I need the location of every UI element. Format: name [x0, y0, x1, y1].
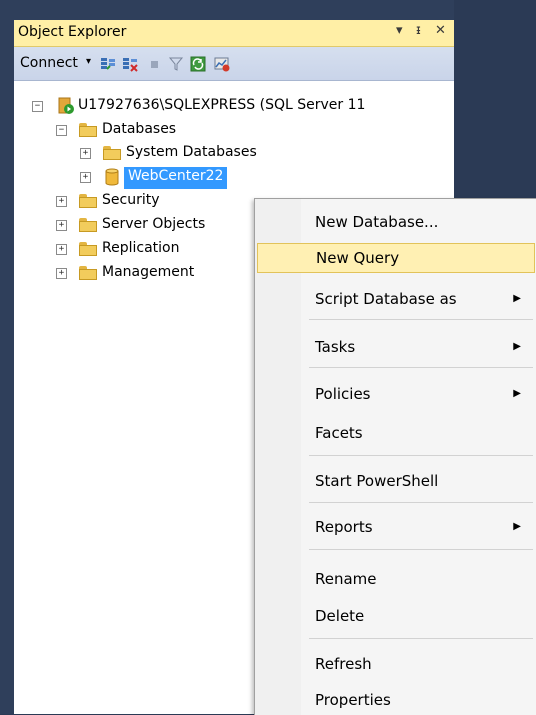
- pin-icon[interactable]: ᵻ: [416, 23, 421, 38]
- expand-icon[interactable]: +: [56, 196, 67, 207]
- submenu-arrow-icon: ▶: [513, 388, 521, 399]
- folder-icon: [79, 242, 97, 256]
- server-name: U17927636\SQLEXPRESS (SQL Server 11: [78, 97, 366, 113]
- menu-item-new-database[interactable]: New Database...: [301, 207, 536, 237]
- menu-separator: [309, 319, 533, 320]
- menu-item-label: Facets: [315, 424, 363, 442]
- panel-title: Object Explorer: [18, 24, 127, 40]
- menu-separator: [309, 638, 533, 639]
- tree-label-management: Management: [102, 264, 195, 280]
- close-icon[interactable]: ✕: [435, 23, 446, 38]
- tree-label-selected-database: WebCenter22: [124, 167, 228, 189]
- tree-node-selected-database[interactable]: + WebCenter22: [14, 167, 454, 189]
- menu-item-new-query[interactable]: New Query: [257, 243, 535, 273]
- menu-item-refresh[interactable]: Refresh: [301, 649, 536, 679]
- menu-item-label: Rename: [315, 570, 377, 588]
- submenu-arrow-icon: ▶: [513, 521, 521, 532]
- context-menu: New Database... New Query Script Databas…: [254, 198, 536, 715]
- submenu-arrow-icon: ▶: [513, 293, 521, 304]
- filter-icon[interactable]: [168, 56, 184, 72]
- menu-item-policies[interactable]: Policies ▶: [301, 379, 536, 409]
- menu-item-label: Properties: [315, 691, 391, 709]
- menu-item-reports[interactable]: Reports ▶: [301, 512, 536, 542]
- stop-icon[interactable]: [146, 56, 162, 72]
- menu-item-delete[interactable]: Delete: [301, 601, 536, 631]
- menu-item-label: Script Database as: [315, 290, 457, 308]
- tree-label-replication: Replication: [102, 240, 180, 256]
- expand-icon[interactable]: +: [56, 268, 67, 279]
- menu-item-start-powershell[interactable]: Start PowerShell: [301, 466, 536, 496]
- collapse-icon[interactable]: −: [56, 125, 67, 136]
- expand-icon[interactable]: +: [80, 148, 91, 159]
- menu-item-label: Delete: [315, 607, 365, 625]
- connect-button[interactable]: Connect: [20, 55, 78, 71]
- menu-item-tasks[interactable]: Tasks ▶: [301, 332, 536, 362]
- menu-item-rename[interactable]: Rename: [301, 564, 536, 594]
- menu-item-properties[interactable]: Properties: [301, 685, 536, 715]
- panel-title-bar: Object Explorer ▾ ᵻ ✕: [14, 20, 454, 47]
- tree-label-security: Security: [102, 192, 160, 208]
- activity-monitor-icon[interactable]: [214, 56, 230, 72]
- menu-item-label: Tasks: [315, 338, 356, 356]
- menu-item-label: Start PowerShell: [315, 472, 439, 490]
- connect-dropdown-icon[interactable]: ▾: [86, 56, 91, 67]
- menu-item-label: New Database...: [315, 213, 439, 231]
- connect-object-explorer-icon[interactable]: [100, 56, 116, 72]
- refresh-icon[interactable]: [190, 56, 206, 72]
- tree-node-server[interactable]: − U17927636\SQLEXPRESS (SQL Server 11: [14, 96, 454, 118]
- menu-separator: [309, 549, 533, 550]
- tree-label-system-databases: System Databases: [126, 144, 257, 160]
- submenu-arrow-icon: ▶: [513, 341, 521, 352]
- menu-item-facets[interactable]: Facets: [301, 418, 536, 448]
- tree-node-databases[interactable]: − Databases: [14, 120, 454, 142]
- disconnect-icon[interactable]: [122, 56, 138, 72]
- folder-icon: [79, 266, 97, 280]
- folder-icon: [103, 146, 121, 160]
- expand-icon[interactable]: +: [56, 220, 67, 231]
- tree-label-server-objects: Server Objects: [102, 216, 206, 232]
- menu-item-label: Refresh: [315, 655, 372, 673]
- menu-item-label: Reports: [315, 518, 373, 536]
- menu-separator: [309, 502, 533, 503]
- context-menu-gutter: [255, 199, 301, 715]
- menu-item-label: New Query: [316, 249, 400, 267]
- expand-icon[interactable]: +: [80, 172, 91, 183]
- window-frame-left: [0, 0, 14, 714]
- database-icon: [105, 168, 119, 186]
- folder-icon: [79, 123, 97, 137]
- tree-node-system-databases[interactable]: + System Databases: [14, 143, 454, 165]
- folder-icon: [79, 194, 97, 208]
- folder-icon: [79, 218, 97, 232]
- object-explorer-toolbar: Connect ▾: [14, 47, 454, 81]
- menu-item-label: Policies: [315, 385, 371, 403]
- expand-icon[interactable]: +: [56, 244, 67, 255]
- window-position-icon[interactable]: ▾: [396, 23, 403, 38]
- menu-separator: [309, 367, 533, 368]
- menu-separator: [309, 455, 533, 456]
- tree-label-databases: Databases: [102, 121, 177, 137]
- server-icon: [58, 97, 74, 114]
- collapse-icon[interactable]: −: [32, 101, 43, 112]
- menu-item-script-database-as[interactable]: Script Database as ▶: [301, 284, 536, 314]
